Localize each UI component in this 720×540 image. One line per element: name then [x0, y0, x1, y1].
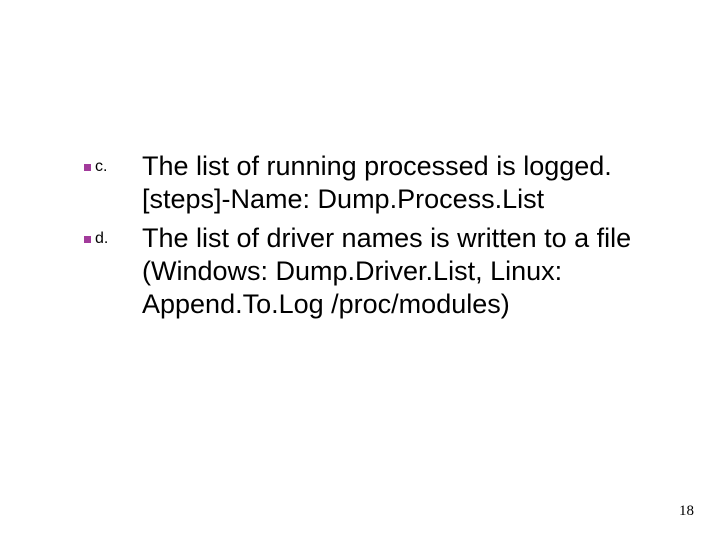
slide-body: c. The list of running processed is logg…: [0, 0, 720, 540]
square-bullet-icon: [84, 164, 91, 171]
list-item: c. The list of running processed is logg…: [84, 150, 660, 216]
page-number: 18: [679, 503, 694, 520]
list-marker: d.: [84, 222, 142, 247]
list-text: The list of running processed is logged.…: [142, 150, 660, 216]
list-letter: c.: [95, 159, 107, 175]
list-letter: d.: [95, 231, 108, 247]
list-text: The list of driver names is written to a…: [142, 222, 660, 321]
list-marker: c.: [84, 150, 142, 175]
square-bullet-icon: [84, 236, 91, 243]
list-item: d. The list of driver names is written t…: [84, 222, 660, 321]
